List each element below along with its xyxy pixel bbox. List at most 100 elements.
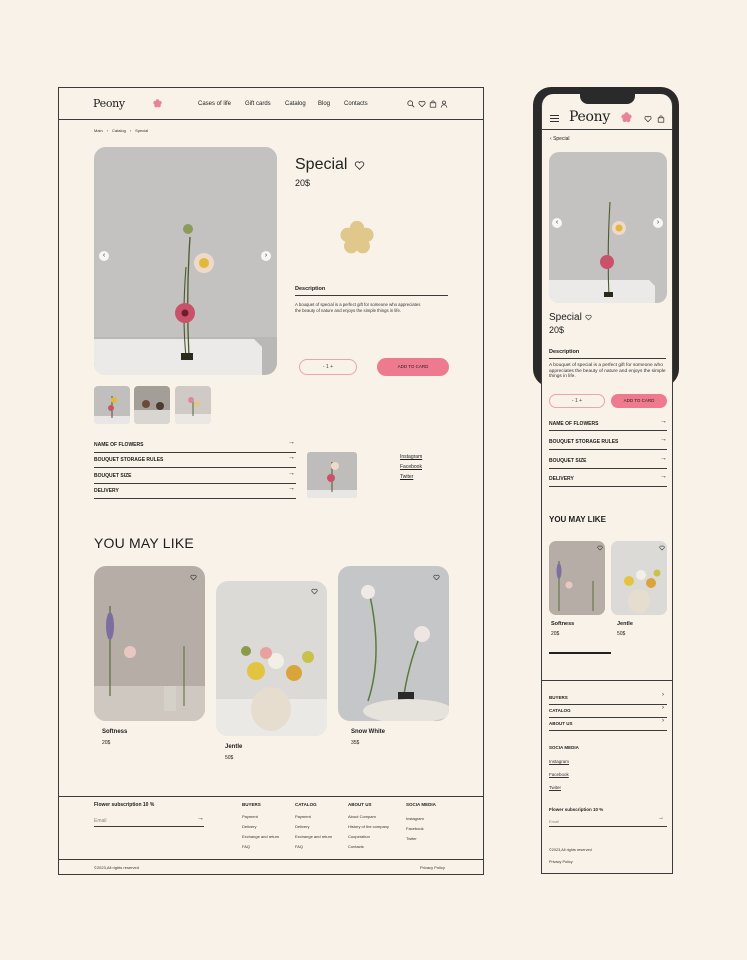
mobile-card-image-jentle[interactable] — [611, 541, 667, 615]
footer-link[interactable]: Contacts — [348, 844, 364, 849]
user-icon[interactable] — [440, 100, 448, 108]
add-to-cart-button[interactable]: ADD TO CARD — [377, 358, 449, 376]
link-facebook[interactable]: Facebook — [549, 772, 569, 777]
accordion-bouquet-size[interactable]: BOUQUET SIZE — [549, 458, 587, 464]
link-facebook[interactable]: Facebook — [400, 464, 422, 470]
mobile-email-input[interactable]: Email — [549, 819, 559, 824]
privacy-link[interactable]: Privacy Policy — [420, 865, 445, 870]
thumbnail-2[interactable] — [134, 386, 170, 424]
accordion-delivery[interactable]: DELIVERY — [549, 476, 574, 482]
desktop-frame: Peony Cases of life Gift cards Catalog B… — [58, 87, 484, 875]
thumbnail-1[interactable] — [94, 386, 130, 424]
footer-link[interactable]: Cooperation — [348, 834, 370, 839]
quantity-stepper[interactable]: - 1 + — [299, 359, 357, 375]
footer-link[interactable]: Delivery — [242, 824, 256, 829]
divider — [94, 498, 296, 499]
divider — [94, 452, 296, 453]
next-image-button[interactable]: › — [653, 218, 663, 228]
heart-icon[interactable] — [644, 115, 652, 123]
divider — [549, 468, 667, 469]
footer-link[interactable]: Instagram — [406, 816, 424, 821]
email-input[interactable]: Email — [94, 818, 107, 824]
footer-link[interactable]: FAQ — [295, 844, 303, 849]
link-twitter[interactable]: Twiter — [400, 474, 413, 480]
card-name-snow-white[interactable]: Snow White — [351, 729, 385, 735]
description-heading: Description — [549, 349, 580, 355]
card-heart-icon[interactable] — [311, 588, 318, 595]
footer-link[interactable]: Delivery — [295, 824, 309, 829]
divider — [94, 483, 296, 484]
link-instagram[interactable]: Instagram — [549, 759, 569, 764]
link-instagram[interactable]: Instagram — [400, 454, 422, 460]
submit-arrow-icon[interactable]: → — [658, 815, 664, 821]
quantity-stepper[interactable]: - 1 + — [549, 394, 605, 408]
favorite-heart-icon[interactable] — [585, 314, 592, 321]
footer-link[interactable]: Twiter — [406, 836, 417, 841]
prev-image-button[interactable]: ‹ — [552, 218, 562, 228]
card-name-jentle[interactable]: Jentle — [617, 621, 633, 627]
card-price-softness: 20$ — [551, 631, 560, 637]
favorite-heart-icon[interactable] — [354, 160, 365, 171]
accordion-storage-rules[interactable]: BOUQUET STORAGE RULES — [549, 439, 618, 445]
card-heart-icon[interactable] — [659, 545, 665, 551]
footer-link[interactable]: Payment — [295, 814, 311, 819]
crumb-main[interactable]: Main — [94, 128, 103, 133]
link-twitter[interactable]: Twiter — [549, 785, 561, 790]
nav-gift-cards[interactable]: Gift cards — [245, 101, 271, 107]
card-price-snow-white: 35$ — [351, 740, 360, 746]
mobile-card-image-softness[interactable] — [549, 541, 605, 615]
bag-icon[interactable] — [429, 100, 437, 108]
mobile-logo[interactable]: Peony — [569, 109, 610, 125]
back-link[interactable]: ‹ Special — [550, 136, 569, 142]
footer-link[interactable]: About Compam — [348, 814, 376, 819]
accordion-delivery[interactable]: DELIVERY — [94, 488, 119, 494]
divider — [549, 717, 667, 718]
card-heart-icon[interactable] — [190, 574, 197, 581]
accordion-bouquet-size[interactable]: BOUQUET SIZE — [94, 473, 132, 479]
footer-link[interactable]: History of the company — [348, 824, 389, 829]
logo[interactable]: Peony — [93, 97, 125, 110]
menu-icon[interactable] — [550, 115, 559, 122]
footer-col-catalog: CATALOG — [295, 802, 317, 807]
search-icon[interactable] — [407, 100, 415, 108]
card-name-softness[interactable]: Softness — [102, 729, 127, 735]
card-price-jentle: 50$ — [225, 755, 234, 761]
crumb-catalog[interactable]: Catalog — [112, 128, 126, 133]
submit-arrow-icon[interactable]: → — [197, 815, 204, 822]
footer-link[interactable]: Exchange and return — [295, 834, 332, 839]
footer-link[interactable]: Facebook — [406, 826, 424, 831]
decorative-flower-icon — [340, 220, 374, 254]
accordion-storage-rules[interactable]: BOUQUET STORAGE RULES — [94, 457, 163, 463]
nav-cases-of-life[interactable]: Cases of life — [198, 101, 231, 107]
mobile-footer-catalog[interactable]: CATALOG — [549, 708, 571, 713]
footer-link[interactable]: FAQ — [242, 844, 250, 849]
divider — [549, 449, 667, 450]
product-price: 20$ — [295, 178, 311, 188]
add-to-cart-button[interactable]: ADD TO CARD — [611, 394, 667, 408]
copyright: ©2023,All rights reserved — [94, 865, 139, 870]
product-card-image-softness[interactable] — [94, 566, 205, 721]
card-heart-icon[interactable] — [433, 574, 440, 581]
thumbnail-3[interactable] — [175, 386, 211, 424]
footer-link[interactable]: Exchange and return — [242, 834, 279, 839]
product-card-image-jentle[interactable] — [216, 581, 327, 736]
mobile-footer-buyers[interactable]: BUYERS — [549, 695, 568, 700]
accordion-name-of-flowers[interactable]: NAME OF FLOWERS — [549, 421, 598, 427]
card-heart-icon[interactable] — [597, 545, 603, 551]
nav-contacts[interactable]: Contacts — [344, 101, 368, 107]
card-name-softness[interactable]: Softness — [551, 621, 574, 627]
bag-icon[interactable] — [657, 115, 665, 123]
product-card-image-snow-white[interactable] — [338, 566, 449, 721]
accordion-name-of-flowers[interactable]: NAME OF FLOWERS — [94, 442, 143, 448]
mobile-footer-about[interactable]: ABOUT US — [549, 721, 573, 726]
arrow-right-icon: → — [288, 439, 295, 446]
card-name-jentle[interactable]: Jentle — [225, 744, 242, 750]
nav-catalog[interactable]: Catalog — [285, 101, 306, 107]
heart-icon[interactable] — [418, 100, 426, 108]
next-image-button[interactable]: › — [261, 251, 271, 261]
nav-blog[interactable]: Blog — [318, 101, 330, 107]
footer-link[interactable]: Payment — [242, 814, 258, 819]
mobile-privacy-link[interactable]: Privacy Policy — [549, 860, 573, 864]
prev-image-button[interactable]: ‹ — [99, 251, 109, 261]
arrow-right-icon: → — [660, 418, 667, 425]
